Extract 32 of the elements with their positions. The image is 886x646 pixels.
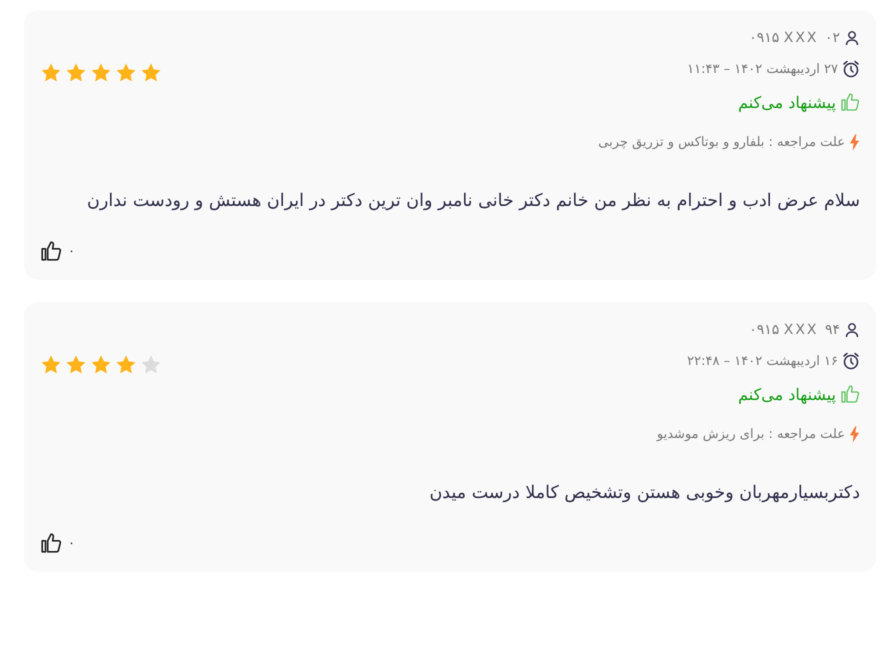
review-text: سلام عرض ادب و احترام به نظر من خانم دکتر خانی نامبر وان ترین دکتر در ایران هستش و رودست ندارن xyxy=(86,190,860,213)
thumbs-up-icon xyxy=(840,384,860,404)
like-count: ۰ xyxy=(68,536,75,550)
lightning-icon xyxy=(849,426,860,443)
star-icon xyxy=(65,62,87,84)
thumbs-up-icon xyxy=(840,92,860,112)
star-icon xyxy=(90,62,112,84)
alarm-clock-icon xyxy=(842,60,860,78)
like-count: ۰ xyxy=(68,244,75,258)
star-icon xyxy=(90,354,112,376)
star-icon xyxy=(140,354,162,376)
thumbs-up-icon[interactable] xyxy=(40,532,62,554)
star-icon xyxy=(40,62,62,84)
review-text: دکتربسیارمهربان وخوبی هستن وتشخیص کاملا درست میدن xyxy=(428,482,860,505)
user-icon xyxy=(844,30,860,46)
alarm-clock-icon xyxy=(842,352,860,370)
visit-reason: علت مراجعه : بلفارو و بوتاکس و تزریق چربی xyxy=(598,135,845,150)
thumbs-up-icon[interactable] xyxy=(40,240,62,262)
user-phone: ۰۹۱۵ XXX ۹۴ xyxy=(749,322,840,338)
visit-reason: علت مراجعه : برای ریزش موشدیو xyxy=(656,427,845,442)
star-icon xyxy=(40,354,62,376)
review-date: ۱۶ اردیبهشت ۱۴۰۲ – ۲۲:۴۸ xyxy=(687,354,838,368)
recommend-label: پیشنهاد می‌کنم xyxy=(738,92,836,112)
star-icon xyxy=(140,62,162,84)
user-phone: ۰۹۱۵ XXX ۰۲ xyxy=(749,30,840,46)
star-icon xyxy=(65,354,87,376)
star-icon xyxy=(115,354,137,376)
user-icon xyxy=(844,322,860,338)
star-icon xyxy=(115,62,137,84)
lightning-icon xyxy=(849,134,860,151)
review-date: ۲۷ اردیبهشت ۱۴۰۲ – ۱۱:۴۳ xyxy=(687,62,838,76)
recommend-label: پیشنهاد می‌کنم xyxy=(738,384,836,404)
